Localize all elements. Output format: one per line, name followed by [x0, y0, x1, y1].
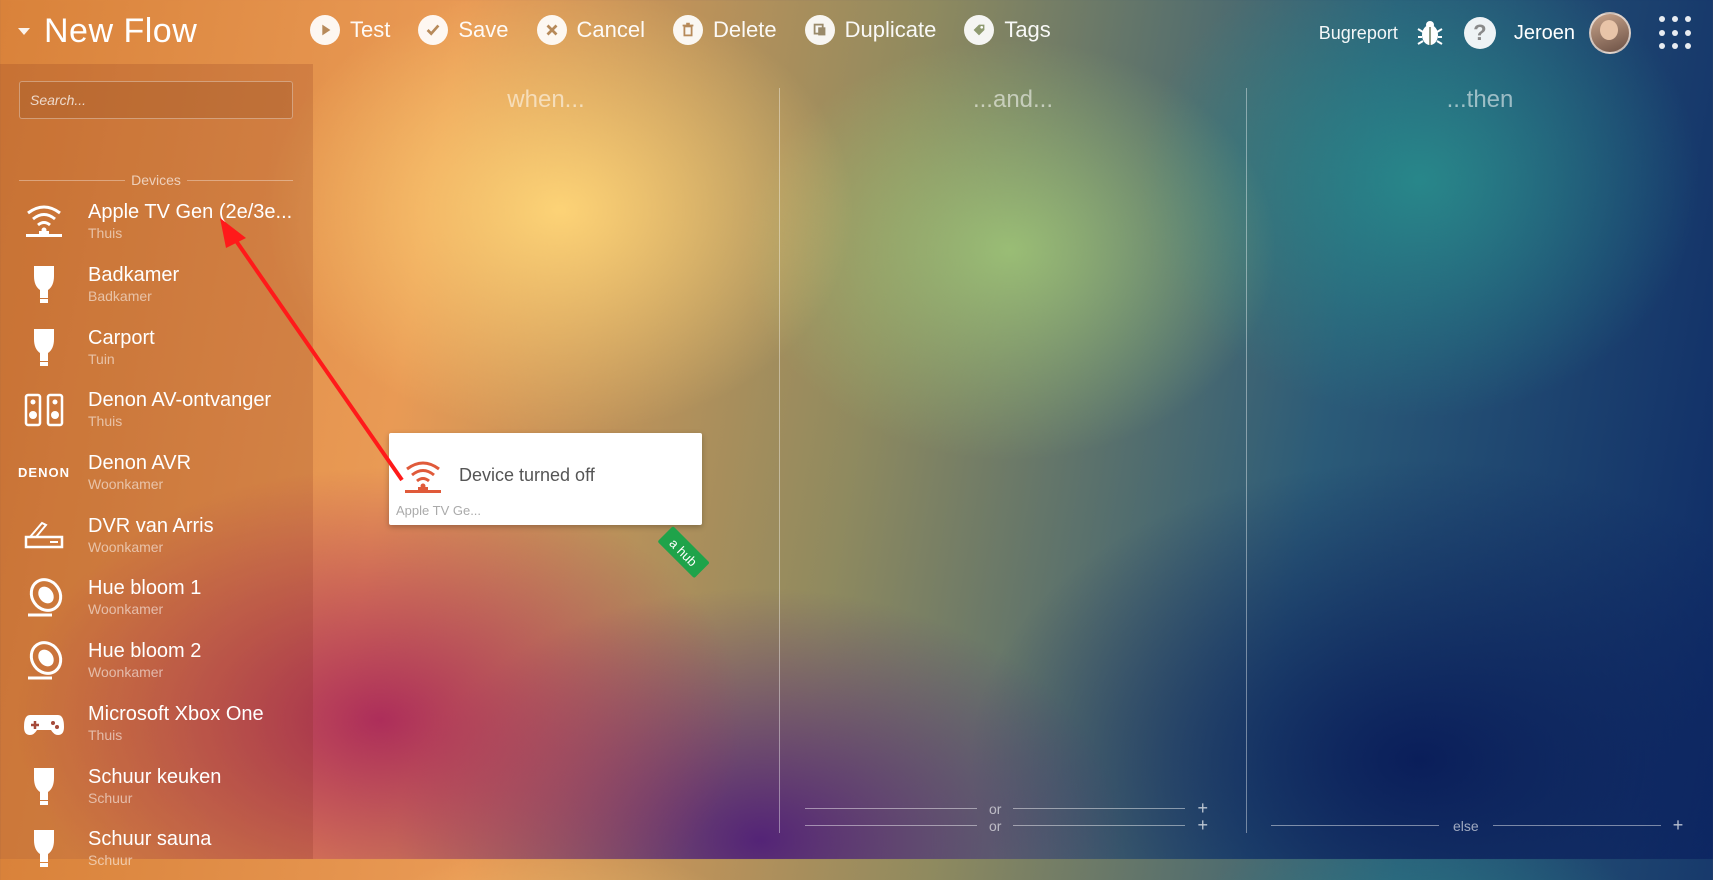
- bugreport-link[interactable]: Bugreport: [1319, 23, 1398, 44]
- tags-button[interactable]: Tags: [964, 15, 1051, 45]
- device-name: Schuur sauna: [88, 828, 212, 851]
- bulb-icon: [0, 764, 88, 808]
- tags-label: Tags: [1004, 17, 1051, 42]
- tag-icon: [964, 15, 995, 45]
- device-item-denon-avr[interactable]: DENON Denon AVR Woonkamer: [0, 441, 313, 504]
- device-item-apple-tv[interactable]: Apple TV Gen (2e/3e... Thuis: [0, 190, 313, 253]
- device-item-carport[interactable]: Carport Tuin: [0, 315, 313, 378]
- trigger-title: Device turned off: [459, 465, 595, 485]
- settop-box-icon: [0, 513, 88, 557]
- copy-icon: [804, 15, 835, 45]
- device-zone: Schuur: [88, 789, 133, 806]
- device-name: Badkamer: [88, 264, 180, 287]
- denon-logo-text: DENON: [18, 464, 70, 480]
- hub-tag: a hub: [657, 526, 710, 579]
- and-or-row-2[interactable]: or +: [805, 815, 1208, 836]
- device-name: Hue bloom 1: [88, 577, 202, 600]
- device-item-dvr-arris[interactable]: DVR van Arris Woonkamer: [0, 503, 313, 566]
- or-label-2: or: [989, 817, 1002, 834]
- device-zone: Woonkamer: [88, 601, 164, 618]
- trash-icon: [673, 15, 703, 45]
- device-name: Carport: [88, 326, 155, 349]
- search-input[interactable]: [19, 81, 293, 119]
- devices-section-header: Devices: [19, 172, 294, 188]
- bulb-icon: [0, 826, 88, 870]
- device-zone: Thuis: [88, 413, 123, 430]
- device-zone: Tuin: [88, 350, 115, 367]
- device-list: Apple TV Gen (2e/3e... Thuis Badkamer Badk…: [0, 190, 313, 880]
- device-zone: Badkamer: [88, 288, 152, 305]
- check-icon: [418, 15, 449, 45]
- top-bar: New Flow Test Save Cancel Delete Duplica…: [0, 0, 1713, 64]
- delete-label: Delete: [713, 17, 777, 42]
- device-item-xbox[interactable]: Microsoft Xbox One Thuis: [0, 692, 313, 755]
- device-name: Denon AVR: [88, 452, 192, 475]
- section-label: Devices: [131, 172, 181, 188]
- device-item-denon-av[interactable]: Denon AV-ontvanger Thuis: [0, 378, 313, 441]
- x-icon: [536, 15, 567, 45]
- device-name: Microsoft Xbox One: [88, 702, 264, 725]
- device-name: Hue bloom 2: [88, 640, 202, 663]
- flow-canvas: when... ...and... ...then or + or + else…: [313, 64, 1713, 859]
- device-item-schuur-keuken[interactable]: Schuur keuken Schuur: [0, 754, 313, 817]
- play-icon: [310, 15, 340, 45]
- test-button[interactable]: Test: [310, 15, 390, 45]
- user-name[interactable]: Jeroen: [1514, 22, 1575, 45]
- denon-logo-icon: DENON: [0, 465, 88, 480]
- flow-title-wrap[interactable]: New Flow: [18, 12, 197, 51]
- device-zone: Woonkamer: [88, 538, 164, 555]
- device-name: DVR van Arris: [88, 514, 214, 537]
- bug-icon[interactable]: [1414, 17, 1446, 49]
- caret-down-icon[interactable]: [18, 28, 30, 35]
- speakers-icon: [0, 387, 88, 431]
- device-item-hue-bloom-1[interactable]: Hue bloom 1 Woonkamer: [0, 566, 313, 629]
- device-name: Schuur keuken: [88, 765, 222, 788]
- toolbar: Test Save Cancel Delete Duplicate Tags: [310, 15, 1079, 45]
- add-and-button-2[interactable]: +: [1197, 815, 1208, 836]
- when-column-header: when...: [507, 86, 585, 113]
- bulb-icon: [0, 325, 88, 369]
- test-label: Test: [350, 17, 391, 42]
- and-column-header: ...and...: [972, 86, 1054, 113]
- device-name: Apple TV Gen (2e/3e...: [88, 201, 293, 224]
- device-item-badkamer[interactable]: Badkamer Badkamer: [0, 253, 313, 316]
- device-zone: Thuis: [88, 225, 123, 242]
- then-else-row[interactable]: else +: [1271, 815, 1683, 836]
- bulb-icon: [0, 262, 88, 306]
- cancel-button[interactable]: Cancel: [536, 15, 645, 45]
- cancel-label: Cancel: [576, 17, 645, 42]
- device-zone: Thuis: [88, 726, 123, 743]
- add-then-button[interactable]: +: [1673, 815, 1684, 836]
- device-zone: Schuur: [88, 852, 133, 869]
- device-item-hue-bloom-2[interactable]: Hue bloom 2 Woonkamer: [0, 629, 313, 692]
- device-zone: Woonkamer: [88, 664, 164, 681]
- help-icon[interactable]: ?: [1463, 17, 1496, 49]
- device-zone: Woonkamer: [88, 476, 164, 493]
- trigger-device: Apple TV Ge...: [396, 503, 482, 518]
- wifi-remote-icon: [405, 461, 441, 493]
- device-sidebar: Devices Apple TV Gen (2e/3e...Thuis Badk…: [0, 64, 313, 868]
- then-column-header: ...then: [1446, 86, 1514, 113]
- column-divider-2: [1246, 88, 1247, 833]
- save-button[interactable]: Save: [418, 15, 509, 45]
- wifi-remote-icon: [0, 199, 88, 243]
- right-tools: Bugreport ? Jeroen: [1319, 12, 1693, 54]
- column-divider-1: [779, 88, 780, 833]
- trigger-card[interactable]: Device turned off Apple TV Ge...: [389, 433, 702, 525]
- duplicate-label: Duplicate: [844, 17, 937, 42]
- device-name: Denon AV-ontvanger: [88, 389, 272, 412]
- device-item-schuur-sauna[interactable]: Schuur sauna Schuur: [0, 817, 313, 880]
- bloom-lamp-icon: [0, 638, 88, 682]
- save-label: Save: [458, 17, 509, 42]
- flow-title[interactable]: New Flow: [44, 12, 197, 51]
- gamepad-icon: [0, 701, 88, 745]
- else-label: else: [1453, 817, 1479, 834]
- delete-button[interactable]: Delete: [673, 15, 777, 45]
- apps-grid-icon[interactable]: [1659, 16, 1693, 50]
- avatar[interactable]: [1589, 12, 1631, 54]
- duplicate-button[interactable]: Duplicate: [804, 15, 937, 45]
- bloom-lamp-icon: [0, 575, 88, 619]
